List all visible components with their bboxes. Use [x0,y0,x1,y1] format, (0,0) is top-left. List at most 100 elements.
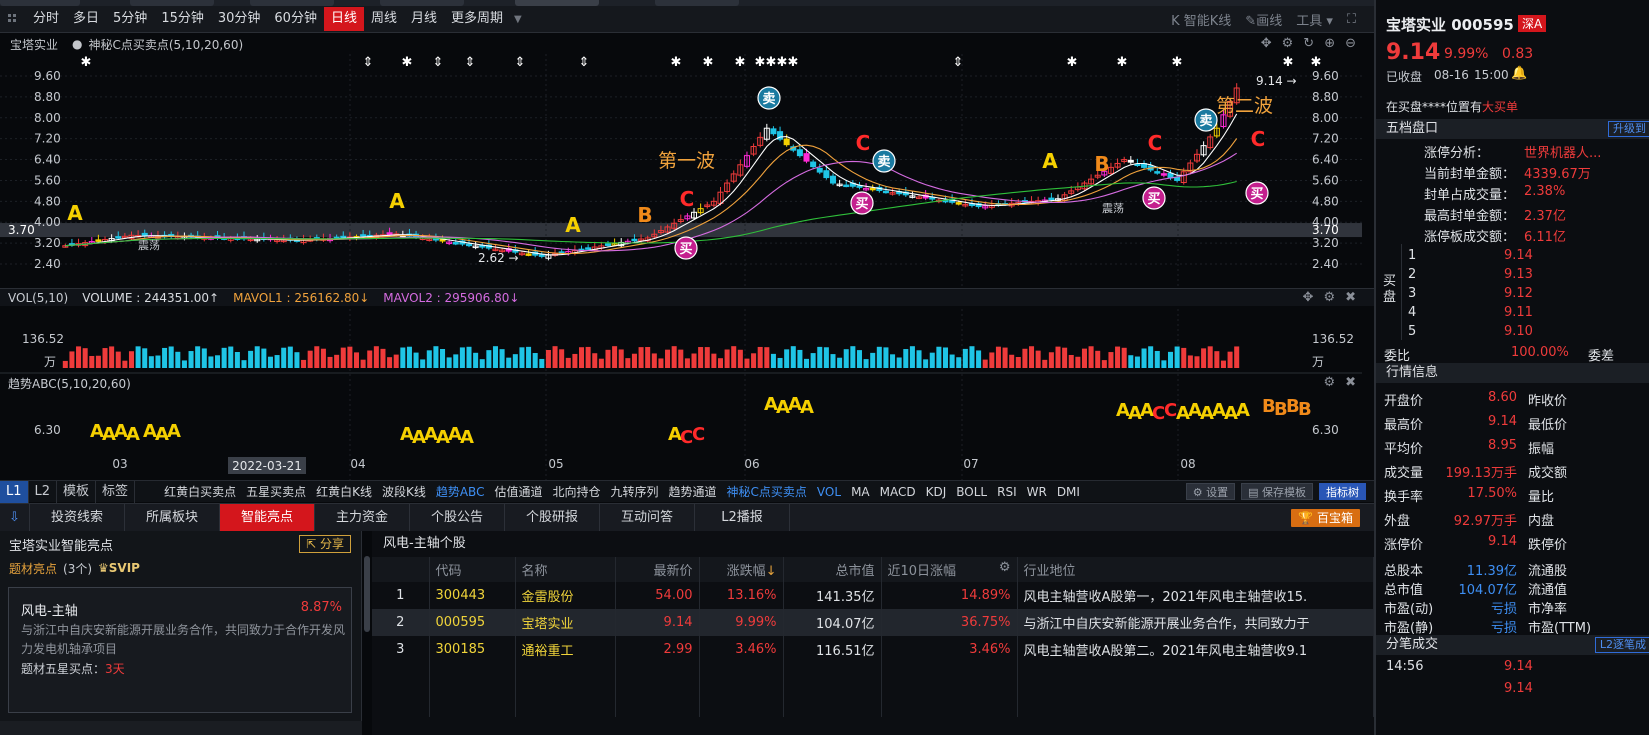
period-30min[interactable]: 30分钟 [211,7,268,31]
period-60min[interactable]: 60分钟 [267,7,324,31]
period-fenshi[interactable]: 分时 [26,7,66,31]
tab-main-funds[interactable]: 主力资金 [315,504,410,531]
add-icon[interactable]: ⊕ [1324,36,1335,51]
period-duori[interactable]: 多日 [66,7,106,31]
table-row[interactable]: 2 000595 宝塔实业 9.14 9.99% 104.07亿 36.75% … [372,609,1374,636]
tab-smart-highlights[interactable]: 智能亮点 [220,504,315,531]
col-chg[interactable]: 涨跌幅↓ [699,557,784,582]
highlight-card[interactable]: 风电-主轴 8.87% 与浙江中自庆安新能源开展业务合作，共同致力于合作开发风力… [8,587,352,713]
period-15min[interactable]: 15分钟 [154,7,211,31]
bid-price[interactable]: 9.13 [1504,267,1533,282]
move-icon[interactable]: ✥ [1303,290,1314,305]
volume-bar [671,346,677,368]
gear-icon[interactable]: ⚙ [1282,36,1294,51]
quote-value: 17.50% [1467,486,1517,501]
tab-tags[interactable]: 标签 [96,480,136,503]
tab-l2[interactable]: L2 [29,480,58,503]
save-template-button[interactable]: ▤ 保存模板 [1241,483,1313,500]
smart-kline-button[interactable]: K 智能K线 [1171,10,1231,29]
indicator-item[interactable]: 红黄白买卖点 [159,483,241,500]
candle [823,170,830,179]
indicator-toggle-icon[interactable]: ● [72,37,82,51]
indicator-item-active[interactable]: 神秘C点买卖点 [722,483,812,500]
tab-investment-clues[interactable]: 投资线索 [30,504,125,531]
indicator-item-active[interactable]: VOL [812,485,846,499]
bid-price[interactable]: 9.10 [1504,324,1533,339]
draw-line-button[interactable]: ✎画线 [1245,10,1282,29]
refresh-icon[interactable]: ↻ [1303,36,1314,51]
indicator-item[interactable]: 估值通道 [489,483,547,500]
indicator-item[interactable]: RSI [992,485,1022,499]
tab-l2-broadcast[interactable]: L2播报 [695,504,790,531]
indicator-item[interactable]: 波段K线 [377,483,431,500]
period-daily[interactable]: 日线 [323,7,364,31]
l2-tick-button[interactable]: L2逐笔成 [1594,637,1649,653]
period-5min[interactable]: 5分钟 [106,7,154,31]
wave1-label: 第一波 [658,150,715,172]
indicator-item-active[interactable]: 趋势ABC [431,483,490,500]
table-row[interactable]: 1 300443 金雷股份 54.00 13.16% 141.35亿 14.89… [372,582,1374,609]
remove-icon[interactable]: ⊖ [1345,36,1356,51]
volume-bar [678,349,684,368]
col-chg10[interactable]: 近10日涨幅 ⚙ [881,557,1018,582]
expand-icon[interactable]: ⛶ [1347,12,1356,27]
signal-letter: A [565,213,581,237]
indicator-item[interactable]: 趋势通道 [664,483,722,500]
tools-button[interactable]: 工具 ▾ [1296,10,1333,29]
gear-icon[interactable]: ⚙ [999,560,1011,575]
status-time: 15:00 [1474,68,1509,82]
scrollbar[interactable] [364,556,370,632]
indicator-item[interactable]: MACD [875,485,921,499]
fund-label2: 市净率 [1528,602,1568,617]
tab-l1[interactable]: L1 [0,480,29,503]
tab-research[interactable]: 个股研报 [505,504,600,531]
period-weekly[interactable]: 周线 [364,7,404,31]
tab-sector[interactable]: 所属板块 [125,504,220,531]
upgrade-button[interactable]: 升级到 [1608,121,1649,137]
tab-template[interactable]: 模板 [57,480,97,503]
gear-icon[interactable]: ⚙ [1323,290,1335,305]
quote-value: 8.60 [1488,390,1517,405]
fund-label2: 流通值 [1528,583,1568,598]
indicator-item[interactable]: 九转序列 [606,483,664,500]
indicator-item[interactable]: 五星买卖点 [241,483,311,500]
bid-price[interactable]: 9.12 [1504,286,1533,301]
col-code[interactable]: 代码 [429,557,516,582]
col-industry[interactable]: 行业地位 [1017,557,1374,582]
chevron-down-icon[interactable]: ▼ [514,14,522,25]
tab-qa[interactable]: 互动问答 [600,504,695,531]
indicator-item[interactable]: MA [846,485,875,499]
indicator-item[interactable]: WR [1022,485,1052,499]
bid-price[interactable]: 9.14 [1504,248,1533,263]
settings-button[interactable]: ⚙ 设置 [1185,483,1236,500]
close-icon[interactable]: ✖ [1345,290,1356,305]
bid-price[interactable]: 9.11 [1504,305,1533,320]
indicator-item[interactable]: 红黄白K线 [311,483,377,500]
tab-announcements[interactable]: 个股公告 [410,504,505,531]
volume-bar [1035,350,1041,368]
period-monthly[interactable]: 月线 [404,7,444,31]
grid-menu-icon[interactable] [0,7,26,31]
move-icon[interactable]: ✥ [1261,36,1272,51]
volume-bar [552,346,558,368]
kline-chart[interactable]: ✱ ⇕ ✱ ⇕ ⇕ ⇕ ⇕ ✱ ✱ ✱ ✱ ✱ ✱ ✱ ⇕ ✱ ✱ ✱ ✱ ✱A AA BCCA BC C买买买买卖卖卖第一波… [0,54,1374,480]
share-button[interactable]: ⇱ 分享 [299,535,351,553]
indicator-item[interactable]: 北向持仓 [547,483,605,500]
col-name[interactable]: 名称 [515,557,616,582]
indicator-item[interactable]: DMI [1052,485,1085,499]
bell-icon[interactable]: 🔔 [1511,66,1527,81]
indicator-item[interactable]: KDJ [921,485,952,499]
collapse-icon[interactable]: ⇩ [0,504,30,531]
main-indicator-name[interactable]: 神秘C点买卖点(5,10,20,60) [89,36,244,53]
col-cap[interactable]: 总市值 [783,557,882,582]
indicator-tree-button[interactable]: 指标树 [1319,483,1366,500]
price-tick-left: 4.00 [34,215,61,229]
indicator-item[interactable]: BOLL [951,485,992,499]
period-more[interactable]: 更多周期 [444,7,510,31]
gear-icon[interactable]: ⚙ [1323,375,1335,390]
volume-bar [76,346,82,368]
close-icon[interactable]: ✖ [1345,375,1356,390]
toolbox-button[interactable]: 🏆 百宝箱 [1291,509,1360,527]
table-row[interactable]: 3 300185 通裕重工 2.99 3.46% 116.51亿 3.46% 风… [372,636,1374,663]
col-price[interactable]: 最新价 [615,557,700,582]
